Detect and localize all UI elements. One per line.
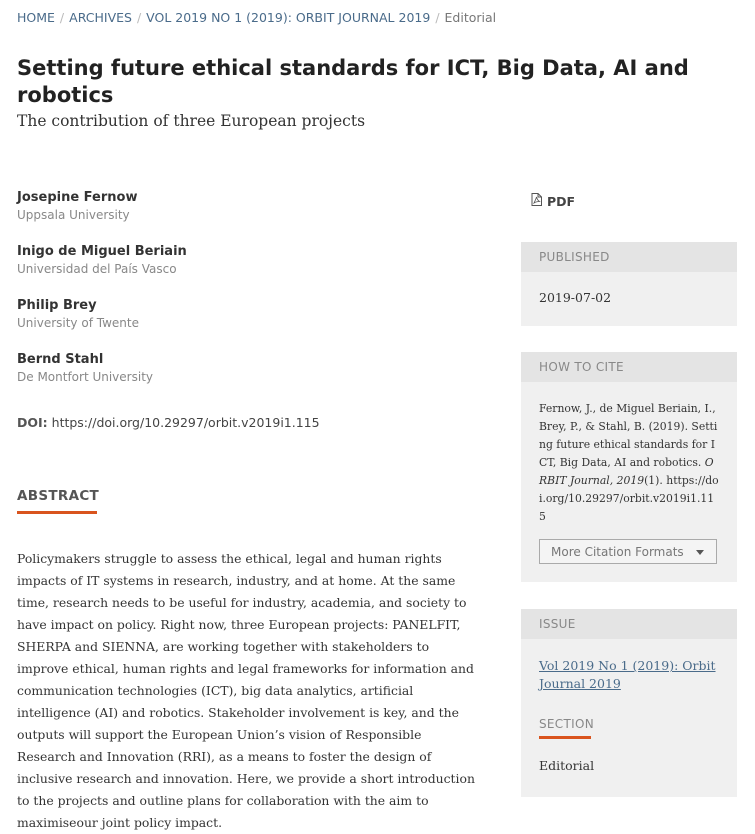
citation-body: Fernow, J., de Miguel Beriain, I., Brey,…	[539, 402, 718, 469]
breadcrumb-home[interactable]: HOME	[17, 10, 55, 25]
breadcrumb-current: Editorial	[444, 10, 497, 25]
breadcrumb: HOME / ARCHIVES / VOL 2019 NO 1 (2019): ORBI…	[17, 10, 496, 25]
chevron-down-icon	[696, 550, 704, 555]
author-entry: Inigo de Miguel Beriain Universidad del …	[17, 244, 187, 276]
pdf-label: PDF	[547, 193, 576, 209]
page-subtitle: The contribution of three European proje…	[17, 112, 366, 130]
citation-text: Fernow, J., de Miguel Beriain, I., Brey,…	[539, 400, 719, 526]
breadcrumb-archives[interactable]: ARCHIVES	[69, 10, 132, 25]
breadcrumb-separator: /	[136, 10, 142, 25]
author-entry: Josepine Fernow Uppsala University	[17, 190, 137, 222]
section-value: Editorial	[539, 758, 595, 773]
page-title: Setting future ethical standards for ICT…	[17, 56, 689, 107]
published-heading: PUBLISHED	[521, 242, 737, 272]
author-name: Bernd Stahl	[17, 352, 104, 367]
doi-link[interactable]: https://doi.org/10.29297/orbit.v2019i1.1…	[52, 415, 320, 430]
author-entry: Philip Brey University of Twente	[17, 298, 139, 330]
breadcrumb-separator: /	[59, 10, 65, 25]
doi: DOI: https://doi.org/10.29297/orbit.v201…	[17, 415, 320, 430]
author-name: Inigo de Miguel Beriain	[17, 244, 187, 259]
more-citation-formats-button[interactable]: More Citation Formats	[539, 539, 717, 564]
citation-volume: , 2019	[609, 474, 645, 487]
author-entry: Bernd Stahl De Montfort University	[17, 352, 153, 384]
issue-link[interactable]: Vol 2019 No 1 (2019): Orbit Journal 2019	[539, 657, 719, 693]
section-heading: SECTION	[539, 717, 594, 731]
more-citation-formats-label: More Citation Formats	[551, 545, 684, 559]
author-affiliation: University of Twente	[17, 316, 139, 330]
doi-label: DOI:	[17, 415, 48, 430]
abstract-text: Policymakers struggle to assess the ethi…	[17, 551, 475, 830]
author-affiliation: Uppsala University	[17, 208, 130, 222]
author-name: Josepine Fernow	[17, 190, 138, 205]
how-to-cite-panel: HOW TO CITE Fernow, J., de Miguel Beriai…	[521, 352, 737, 582]
section-underline	[539, 736, 591, 739]
published-panel: PUBLISHED 2019-07-02	[521, 242, 737, 326]
author-affiliation: De Montfort University	[17, 370, 153, 384]
breadcrumb-separator: /	[435, 10, 440, 25]
pdf-download-link[interactable]: PDF	[531, 193, 575, 209]
breadcrumb-issue[interactable]: VOL 2019 NO 1 (2019): ORBIT JOURNAL 2019	[146, 10, 430, 25]
issue-heading: ISSUE	[521, 609, 737, 639]
abstract-heading: ABSTRACT	[17, 488, 100, 504]
issue-panel: ISSUE Vol 2019 No 1 (2019): Orbit Journa…	[521, 609, 737, 797]
author-affiliation: Universidad del País Vasco	[17, 262, 177, 276]
pdf-file-icon	[531, 193, 542, 209]
author-name: Philip Brey	[17, 298, 97, 313]
abstract-underline	[17, 511, 97, 514]
published-date: 2019-07-02	[539, 290, 612, 305]
how-to-cite-heading: HOW TO CITE	[521, 352, 737, 382]
